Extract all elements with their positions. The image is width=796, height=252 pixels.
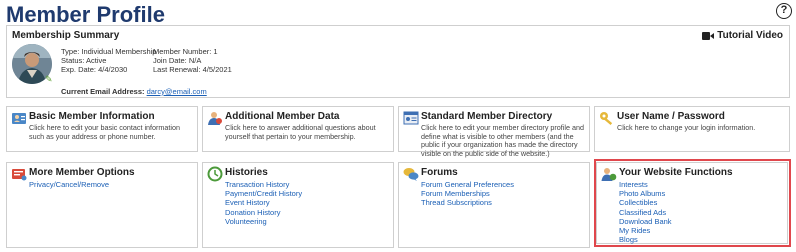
help-icon[interactable]: ? xyxy=(776,3,792,19)
membership-exp-date: Exp. Date: 4/4/2030 xyxy=(61,65,128,75)
link-volunteering[interactable]: Volunteering xyxy=(225,217,302,226)
card-basic-member-information[interactable]: Basic Member Information Click here to e… xyxy=(6,106,198,152)
card-title: Standard Member Directory xyxy=(421,111,553,122)
card-description: Click here to edit your member directory… xyxy=(421,123,584,158)
card-description: Click here to answer additional question… xyxy=(225,123,376,141)
link-classified-ads[interactable]: Classified Ads xyxy=(619,208,672,217)
email-label: Current Email Address: xyxy=(61,87,145,96)
card-links: Interests Photo Albums Collectibles Clas… xyxy=(619,180,672,244)
clock-history-icon xyxy=(207,166,223,182)
tutorial-video-label: Tutorial Video xyxy=(717,30,783,41)
contact-card-icon xyxy=(12,113,26,124)
membership-details: Type: Individual Membership Status: Acti… xyxy=(61,47,156,75)
user-data-icon xyxy=(208,112,222,125)
membership-type: Type: Individual Membership xyxy=(61,47,157,56)
card-links: Transaction History Payment/Credit Histo… xyxy=(225,180,302,226)
card-title: Basic Member Information xyxy=(29,111,155,122)
link-forum-general-preferences[interactable]: Forum General Preferences xyxy=(421,180,514,189)
user-globe-icon xyxy=(601,168,617,181)
link-thread-subscriptions[interactable]: Thread Subscriptions xyxy=(421,198,514,207)
card-title: Forums xyxy=(421,167,458,178)
card-title: Your Website Functions xyxy=(619,167,733,178)
link-interests[interactable]: Interests xyxy=(619,180,672,189)
directory-icon xyxy=(403,111,419,125)
member-number: Member Number: 1 xyxy=(153,47,218,56)
card-description: Click here to change your login informat… xyxy=(617,123,756,132)
card-title: More Member Options xyxy=(29,167,135,178)
options-icon xyxy=(12,169,27,181)
card-more-member-options: More Member Options Privacy/Cancel/Remov… xyxy=(6,162,198,248)
email-row: Current Email Address: darcy@email.com xyxy=(61,87,207,96)
chat-bubbles-icon xyxy=(403,168,419,181)
join-date: Join Date: N/A xyxy=(153,56,202,66)
card-title: Additional Member Data xyxy=(225,111,340,122)
last-renewal: Last Renewal: 4/5/2021 xyxy=(153,65,232,75)
card-title: Histories xyxy=(225,167,268,178)
card-forums: Forums Forum General Preferences Forum M… xyxy=(398,162,590,248)
key-icon xyxy=(600,112,613,125)
tutorial-video-button[interactable]: Tutorial Video xyxy=(702,30,783,41)
link-forum-memberships[interactable]: Forum Memberships xyxy=(421,189,514,198)
membership-numbers: Member Number: 1 Join Date: N/A Last Ren… xyxy=(153,47,232,75)
card-standard-member-directory[interactable]: Standard Member Directory Click here to … xyxy=(398,106,590,158)
link-download-bank[interactable]: Download Bank xyxy=(619,217,672,226)
video-camera-icon xyxy=(702,31,715,40)
link-photo-albums[interactable]: Photo Albums xyxy=(619,189,672,198)
membership-summary-title: Membership Summary xyxy=(12,30,120,41)
link-event-history[interactable]: Event History xyxy=(225,198,302,207)
card-your-website-functions: Your Website Functions Interests Photo A… xyxy=(596,162,788,244)
link-donation-history[interactable]: Donation History xyxy=(225,208,302,217)
link-privacy-cancel-remove[interactable]: Privacy/Cancel/Remove xyxy=(29,180,109,189)
membership-summary-panel: Membership Summary Tutorial Video ✎ Type… xyxy=(6,25,790,98)
link-my-rides[interactable]: My Rides xyxy=(619,226,672,235)
card-links: Privacy/Cancel/Remove xyxy=(29,180,109,189)
link-transaction-history[interactable]: Transaction History xyxy=(225,180,302,189)
edit-avatar-icon[interactable]: ✎ xyxy=(45,74,53,85)
link-collectibles[interactable]: Collectibles xyxy=(619,198,672,207)
link-payment-credit-history[interactable]: Payment/Credit History xyxy=(225,189,302,198)
email-link[interactable]: darcy@email.com xyxy=(147,87,207,96)
card-histories: Histories Transaction History Payment/Cr… xyxy=(202,162,394,248)
link-blogs[interactable]: Blogs xyxy=(619,235,672,244)
card-user-name-password[interactable]: User Name / Password Click here to chang… xyxy=(594,106,790,152)
card-links: Forum General Preferences Forum Membersh… xyxy=(421,180,514,208)
card-title: User Name / Password xyxy=(617,111,725,122)
card-description: Click here to edit your basic contact in… xyxy=(29,123,181,141)
card-additional-member-data[interactable]: Additional Member Data Click here to ans… xyxy=(202,106,394,152)
membership-status: Status: Active xyxy=(61,56,107,66)
